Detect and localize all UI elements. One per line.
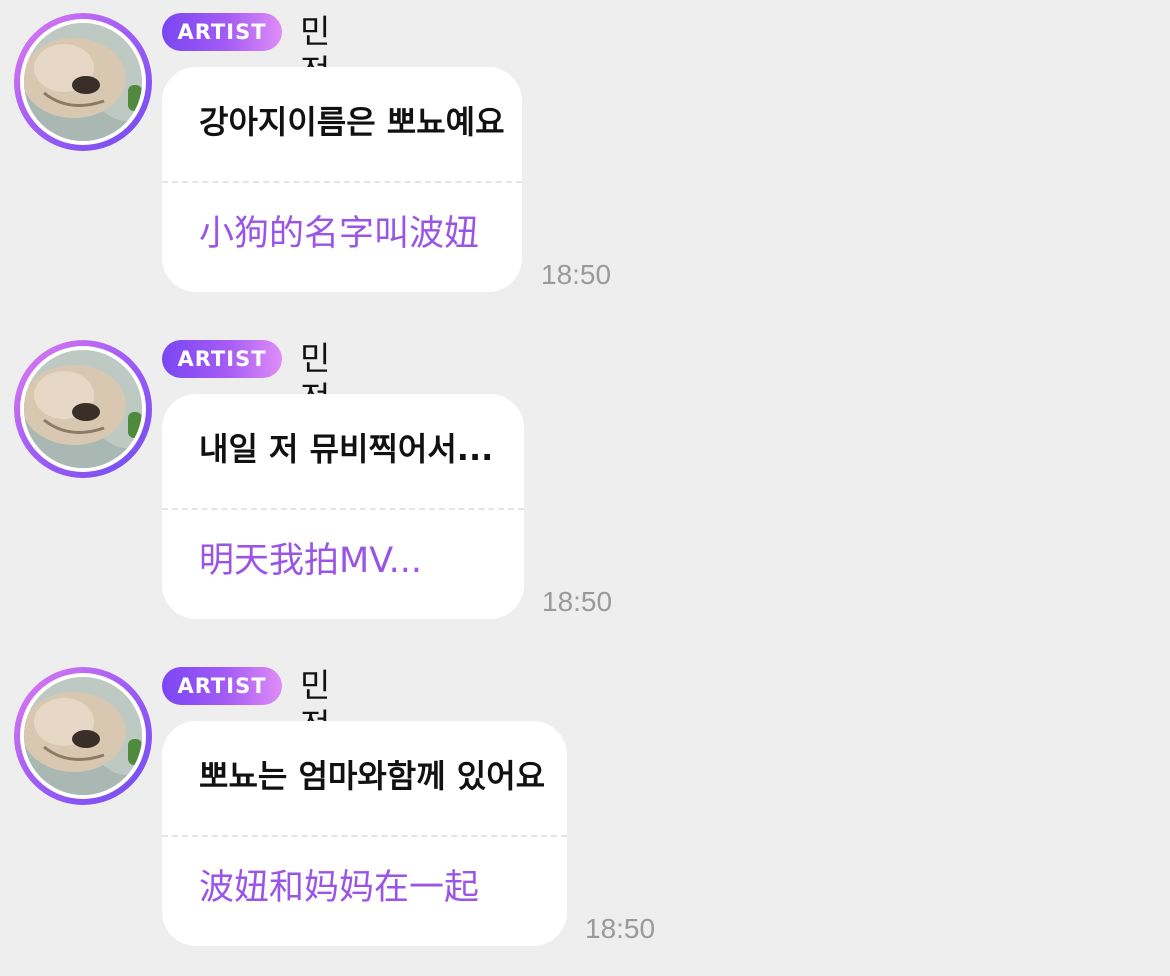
dog-photo — [24, 350, 142, 468]
message-time: 18:50 — [585, 913, 656, 944]
dog-photo — [24, 23, 142, 141]
message-text: 내일 저 뮤비찍어서... — [199, 430, 494, 468]
message-bubble[interactable]: 강아지이름은 뽀뇨예요 小狗的名字叫波妞 — [162, 67, 522, 292]
message-bubble[interactable]: 뽀뇨는 엄마와함께 있어요 波妞和妈妈在一起 — [162, 721, 567, 946]
artist-avatar[interactable] — [14, 13, 152, 151]
artist-avatar[interactable] — [14, 340, 152, 478]
translation-divider — [162, 508, 524, 510]
message-bubble[interactable]: 내일 저 뮤비찍어서... 明天我拍MV... — [162, 394, 524, 619]
message-time: 18:50 — [541, 259, 612, 290]
message-text: 강아지이름은 뽀뇨예요 — [199, 103, 505, 141]
message-text: 뽀뇨는 엄마와함께 있어요 — [199, 757, 546, 795]
artist-badge: ARTIST — [162, 667, 282, 705]
translation-divider — [162, 181, 522, 183]
translation-text: 波妞和妈妈在一起 — [199, 868, 480, 908]
artist-avatar[interactable] — [14, 667, 152, 805]
artist-badge: ARTIST — [162, 340, 282, 378]
dog-photo — [24, 677, 142, 795]
artist-badge: ARTIST — [162, 13, 282, 51]
translation-text: 小狗的名字叫波妞 — [199, 214, 480, 254]
message-time: 18:50 — [542, 586, 613, 617]
translation-divider — [162, 835, 567, 837]
translation-text: 明天我拍MV... — [199, 541, 423, 581]
